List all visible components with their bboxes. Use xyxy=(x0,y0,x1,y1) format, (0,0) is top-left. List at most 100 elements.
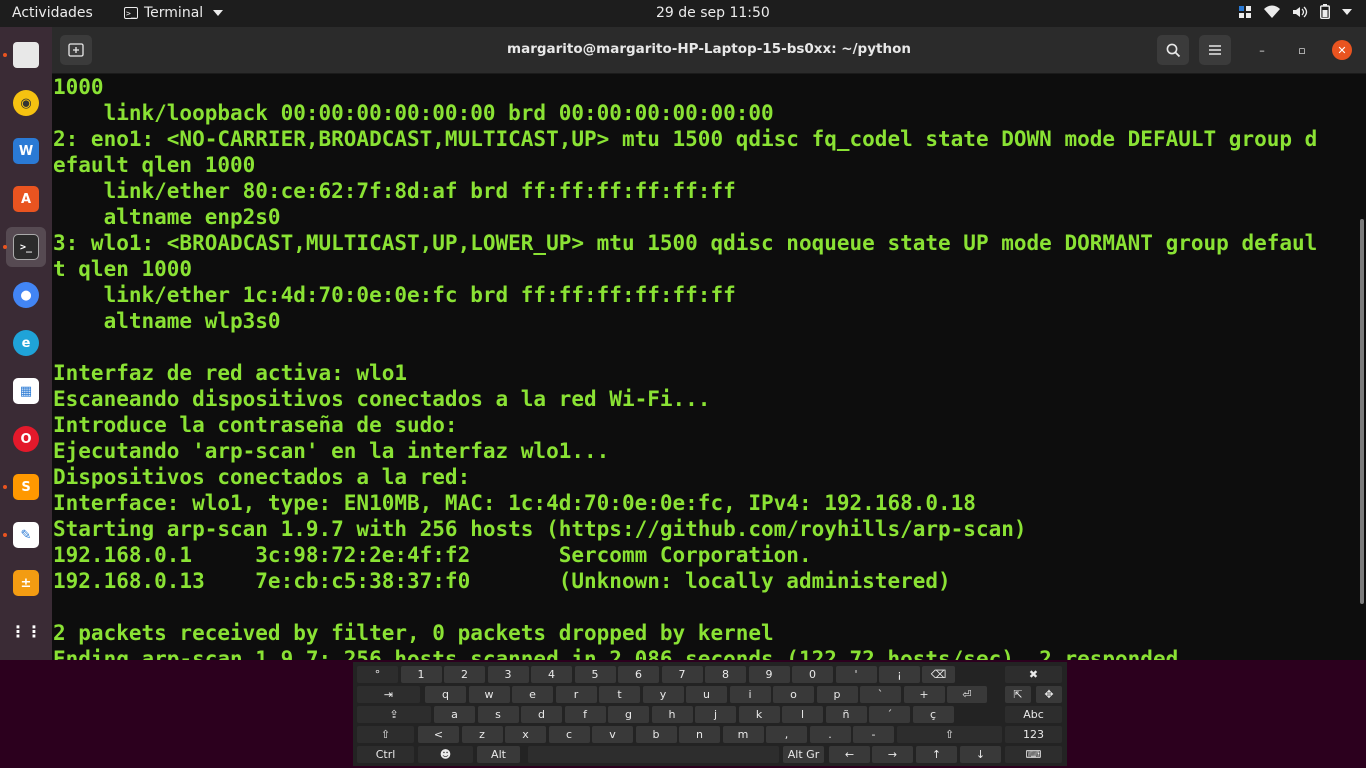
key[interactable]: ⇧ xyxy=(897,726,1002,743)
key[interactable]: v xyxy=(592,726,633,743)
minimize-button[interactable]: – xyxy=(1252,40,1272,60)
key[interactable]: ⌫ xyxy=(922,666,955,683)
key[interactable]: 4 xyxy=(531,666,572,683)
key-space[interactable] xyxy=(528,746,779,763)
key[interactable]: ° xyxy=(357,666,398,683)
activities-button[interactable]: Actividades xyxy=(12,5,93,21)
dock-item-software-store[interactable]: A xyxy=(6,179,46,219)
header-bar[interactable]: margarito@margarito-HP-Laptop-15-bs0xx: … xyxy=(52,27,1366,74)
key[interactable]: 6 xyxy=(618,666,659,683)
key[interactable]: Abc xyxy=(1005,706,1062,723)
dock-item-files[interactable] xyxy=(6,35,46,75)
key[interactable]: n xyxy=(679,726,720,743)
key[interactable]: 9 xyxy=(748,666,790,683)
close-button[interactable]: ✕ xyxy=(1332,40,1352,60)
accessibility-icon xyxy=(1239,5,1251,18)
key[interactable]: ✥ xyxy=(1036,686,1062,703)
dock-item-chrome[interactable]: ● xyxy=(6,275,46,315)
key[interactable]: ´ xyxy=(869,706,910,723)
key[interactable]: 0 xyxy=(792,666,833,683)
key[interactable]: Alt xyxy=(477,746,520,763)
key[interactable]: + xyxy=(903,686,945,703)
key[interactable]: t xyxy=(599,686,640,703)
key[interactable]: - xyxy=(853,726,894,743)
key[interactable]: u xyxy=(686,686,727,703)
key[interactable]: r xyxy=(555,686,597,703)
search-button[interactable] xyxy=(1157,35,1189,65)
key[interactable]: b xyxy=(635,726,677,743)
key[interactable]: ' xyxy=(835,666,877,683)
terminal-output[interactable]: 1000 link/loopback 00:00:00:00:00:00 brd… xyxy=(53,74,1353,660)
key[interactable]: c xyxy=(548,726,590,743)
key[interactable]: m xyxy=(722,726,764,743)
key[interactable]: 3 xyxy=(487,666,529,683)
app-menu[interactable]: >_ Terminal xyxy=(124,5,224,21)
key[interactable]: ⇱ xyxy=(1005,686,1031,703)
dock-item-edge[interactable]: e xyxy=(6,323,46,363)
dock-item-rhythmbox[interactable]: ◉ xyxy=(6,83,46,123)
maximize-button[interactable]: ▫ xyxy=(1292,40,1312,60)
key[interactable]: ` xyxy=(860,686,901,703)
key[interactable]: x xyxy=(505,726,546,743)
terminal-line: altname enp2s0 xyxy=(53,205,281,229)
key[interactable]: d xyxy=(521,706,562,723)
dock-item-calculator[interactable]: ± xyxy=(6,563,46,603)
key[interactable]: 8 xyxy=(705,666,746,683)
key[interactable]: → xyxy=(872,746,913,763)
menu-arrow-icon xyxy=(1342,8,1352,15)
key[interactable]: Ctrl xyxy=(357,746,414,763)
key[interactable]: p xyxy=(816,686,858,703)
key[interactable]: ñ xyxy=(825,706,867,723)
dock-item-libreoffice-writer[interactable]: W xyxy=(6,131,46,171)
key[interactable]: q xyxy=(425,686,466,703)
key[interactable]: k xyxy=(738,706,780,723)
key[interactable]: 123 xyxy=(1005,726,1062,743)
key[interactable]: s xyxy=(477,706,519,723)
key[interactable]: i xyxy=(729,686,771,703)
key[interactable]: 5 xyxy=(574,666,616,683)
key[interactable]: ¡ xyxy=(879,666,920,683)
key[interactable]: z xyxy=(461,726,503,743)
key[interactable]: ⇪ xyxy=(357,706,431,723)
key[interactable]: < xyxy=(418,726,459,743)
key[interactable]: 7 xyxy=(661,666,703,683)
key[interactable]: ↑ xyxy=(916,746,957,763)
dock-item-sublime-text[interactable]: S xyxy=(6,467,46,507)
key[interactable]: ç xyxy=(912,706,954,723)
key[interactable]: e xyxy=(512,686,553,703)
key[interactable]: w xyxy=(468,686,510,703)
key[interactable]: ✖ xyxy=(1005,666,1062,683)
terminal-line: Dispositivos conectados a la red: xyxy=(53,465,471,489)
clock[interactable]: 29 de sep 11:50 xyxy=(656,5,770,21)
key[interactable]: h xyxy=(651,706,693,723)
dock-item-office[interactable]: ▦ xyxy=(6,371,46,411)
key[interactable]: 1 xyxy=(400,666,442,683)
key[interactable]: . xyxy=(809,726,851,743)
system-tray[interactable] xyxy=(1238,4,1352,19)
key[interactable]: g xyxy=(608,706,649,723)
dock-item-show-apps[interactable]: ⋮⋮ xyxy=(6,611,46,651)
key[interactable]: l xyxy=(782,706,823,723)
key[interactable]: 2 xyxy=(444,666,485,683)
key[interactable]: ⏎ xyxy=(947,686,987,703)
key[interactable]: ⇥ xyxy=(357,686,420,703)
key[interactable]: ⇧ xyxy=(357,726,414,743)
rhythmbox-icon: ◉ xyxy=(13,90,39,116)
key[interactable]: ☻ xyxy=(418,746,473,763)
key[interactable]: o xyxy=(773,686,814,703)
key[interactable]: ⌨ xyxy=(1005,746,1062,763)
key[interactable]: f xyxy=(564,706,606,723)
key[interactable]: Alt Gr xyxy=(783,746,824,763)
key[interactable]: a xyxy=(434,706,475,723)
scrollbar[interactable] xyxy=(1360,219,1364,604)
key[interactable]: ← xyxy=(829,746,870,763)
dock-item-text-editor[interactable]: ✎ xyxy=(6,515,46,555)
key[interactable]: , xyxy=(766,726,807,743)
dock-item-terminal[interactable]: >_ xyxy=(6,227,46,267)
key[interactable]: j xyxy=(695,706,736,723)
terminal-line: Escaneando dispositivos conectados a la … xyxy=(53,387,711,411)
key[interactable]: ↓ xyxy=(960,746,1001,763)
menu-button[interactable] xyxy=(1199,35,1231,65)
dock-item-opera[interactable]: O xyxy=(6,419,46,459)
key[interactable]: y xyxy=(642,686,684,703)
